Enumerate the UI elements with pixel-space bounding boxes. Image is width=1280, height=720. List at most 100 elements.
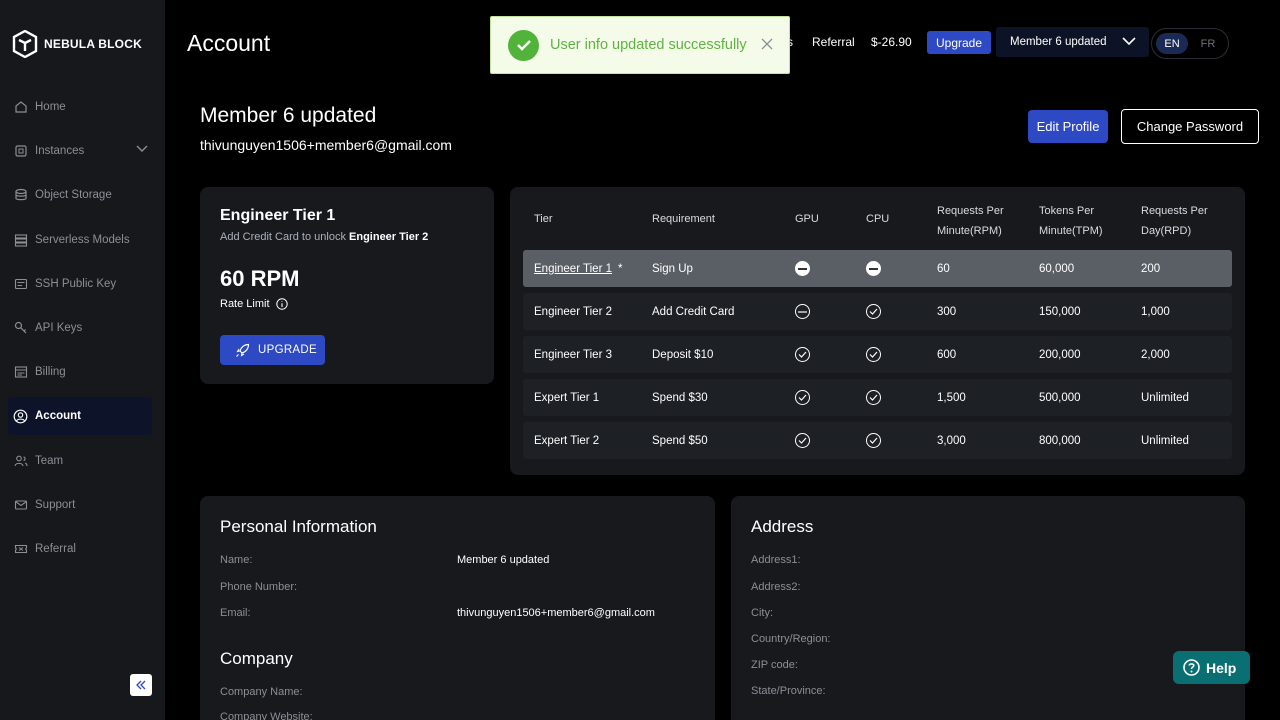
balance-display[interactable]: $-26.90: [871, 35, 912, 49]
current-tier-card: Engineer Tier 1 Add Credit Card to unloc…: [200, 187, 494, 384]
gpu-cell: [795, 422, 810, 459]
double-chevron-left-icon: [136, 680, 146, 690]
sidebar: NEBULA BLOCK Home Instances Object Stora…: [0, 0, 165, 720]
collapse-sidebar-button[interactable]: [130, 674, 152, 696]
table-row[interactable]: Engineer Tier 2 Add Credit Card 300 150,…: [523, 293, 1232, 330]
disabled-icon: [866, 261, 881, 276]
disabled-icon: [795, 261, 810, 276]
address2-label: Address2:: [751, 581, 801, 593]
key-icon: [13, 321, 28, 336]
rpm-cell: 1,500: [937, 391, 966, 404]
rpd-cell: 200: [1141, 262, 1161, 275]
table-row[interactable]: Engineer Tier 3 Deposit $10 600 200,000 …: [523, 336, 1232, 373]
sidebar-item-support[interactable]: Support: [8, 486, 152, 524]
tier-cell: Engineer Tier 2: [534, 305, 612, 318]
phone-label: Phone Number:: [220, 581, 298, 593]
user-menu-name: Member 6 updated: [1010, 36, 1107, 48]
tier-title: Engineer Tier 1: [220, 207, 336, 224]
sidebar-item-label: Home: [35, 101, 66, 113]
tpm-cell: 200,000: [1039, 348, 1081, 361]
requirement-cell: Deposit $10: [652, 348, 714, 361]
toast-message: User info updated successfully: [550, 37, 747, 53]
chevron-down-icon: [1122, 37, 1136, 46]
brand-logo[interactable]: NEBULA BLOCK: [12, 30, 142, 58]
cpu-cell: [866, 336, 881, 373]
help-button[interactable]: Help: [1173, 651, 1250, 684]
key-card-icon: [13, 277, 28, 292]
rpm-cell: 600: [937, 348, 957, 361]
tier-unlock-target: Engineer Tier 2: [349, 231, 429, 243]
table-row[interactable]: Expert Tier 1 Spend $30 1,500 500,000 Un…: [523, 379, 1232, 416]
tpm-cell: 800,000: [1039, 434, 1081, 447]
requirement-cell: Add Credit Card: [652, 305, 735, 318]
sidebar-item-api-keys[interactable]: API Keys: [8, 309, 152, 347]
table-row[interactable]: Expert Tier 2 Spend $50 3,000 800,000 Un…: [523, 422, 1232, 459]
database-icon: [13, 188, 28, 203]
minus-circle-icon: [795, 304, 810, 319]
home-icon: [13, 100, 28, 115]
sidebar-item-label: Team: [35, 455, 64, 467]
sidebar-item-instances[interactable]: Instances: [8, 132, 152, 170]
address-title: Address: [751, 517, 814, 536]
address-card: Address Address1: Address2: City: Countr…: [731, 496, 1245, 720]
requirement-cell: Sign Up: [652, 262, 693, 275]
tier-name[interactable]: Engineer Tier 1: [534, 263, 612, 275]
check-circle-icon: [866, 304, 881, 319]
sidebar-item-billing[interactable]: Billing: [8, 353, 152, 391]
sidebar-item-home[interactable]: Home: [8, 88, 152, 126]
edit-profile-button[interactable]: Edit Profile: [1028, 110, 1108, 143]
sidebar-item-ssh-public-key[interactable]: SSH Public Key: [8, 265, 152, 303]
tier-cell[interactable]: Engineer Tier 1 *: [534, 250, 622, 287]
rpd-cell: 2,000: [1141, 348, 1170, 361]
check-circle-icon: [866, 433, 881, 448]
sidebar-item-serverless-models[interactable]: Serverless Models: [8, 221, 152, 259]
state-label: State/Province:: [751, 685, 826, 697]
rpd-cell: Unlimited: [1141, 391, 1189, 404]
server-icon: [13, 233, 28, 248]
check-circle-icon: [795, 390, 810, 405]
cpu-cell: [866, 422, 881, 459]
profile-email: thivunguyen1506+member6@gmail.com: [200, 137, 452, 153]
rate-limit-label: Rate Limit: [220, 298, 288, 310]
sidebar-item-label: SSH Public Key: [35, 278, 117, 290]
name-value: Member 6 updated: [457, 554, 550, 566]
chevron-down-icon[interactable]: [136, 145, 148, 153]
user-circle-icon: [13, 409, 28, 424]
profile-name: Member 6 updated: [200, 104, 377, 127]
info-icon[interactable]: [275, 298, 288, 310]
change-password-button[interactable]: Change Password: [1121, 109, 1259, 144]
sidebar-item-label: API Keys: [35, 322, 83, 334]
sidebar-item-team[interactable]: Team: [8, 442, 152, 480]
user-menu-dropdown[interactable]: Member 6 updated: [996, 27, 1149, 57]
cpu-icon: [13, 144, 28, 159]
table-row[interactable]: Engineer Tier 1 * Sign Up 60 60,000 200: [523, 250, 1232, 287]
table-header-tpm: Tokens Per Minute(TPM): [1039, 205, 1103, 237]
upgrade-button[interactable]: Upgrade: [927, 31, 991, 54]
sidebar-item-label: Instances: [35, 145, 85, 157]
gpu-cell: [795, 336, 810, 373]
tier-upgrade-button[interactable]: UPGRADE: [220, 335, 325, 365]
city-label: City:: [751, 607, 773, 619]
cpu-cell: [866, 293, 881, 330]
lang-fr-option[interactable]: FR: [1192, 33, 1224, 54]
sidebar-item-referral[interactable]: Referral: [8, 530, 152, 568]
lang-en-option[interactable]: EN: [1156, 33, 1188, 54]
tier-upgrade-label: UPGRADE: [258, 344, 317, 356]
sidebar-item-account[interactable]: Account: [8, 397, 152, 435]
sidebar-item-label: Object Storage: [35, 189, 112, 201]
cpu-cell: [866, 379, 881, 416]
email-value: thivunguyen1506+member6@gmail.com: [457, 607, 655, 619]
table-header-requirement: Requirement: [652, 213, 715, 225]
tpm-cell: 60,000: [1039, 262, 1075, 275]
referral-link[interactable]: Referral: [812, 35, 855, 49]
close-icon[interactable]: [761, 38, 773, 50]
company-name-label: Company Name:: [220, 686, 303, 698]
brand-name: NEBULA BLOCK: [44, 37, 142, 51]
table-header-gpu: GPU: [795, 213, 819, 225]
zip-label: ZIP code:: [751, 659, 798, 671]
company-website-label: Company Website:: [220, 711, 313, 720]
tier-rpm: 60 RPM: [220, 266, 300, 291]
tier-cell: Expert Tier 1: [534, 391, 600, 404]
check-circle-icon: [866, 390, 881, 405]
sidebar-item-object-storage[interactable]: Object Storage: [8, 176, 152, 214]
